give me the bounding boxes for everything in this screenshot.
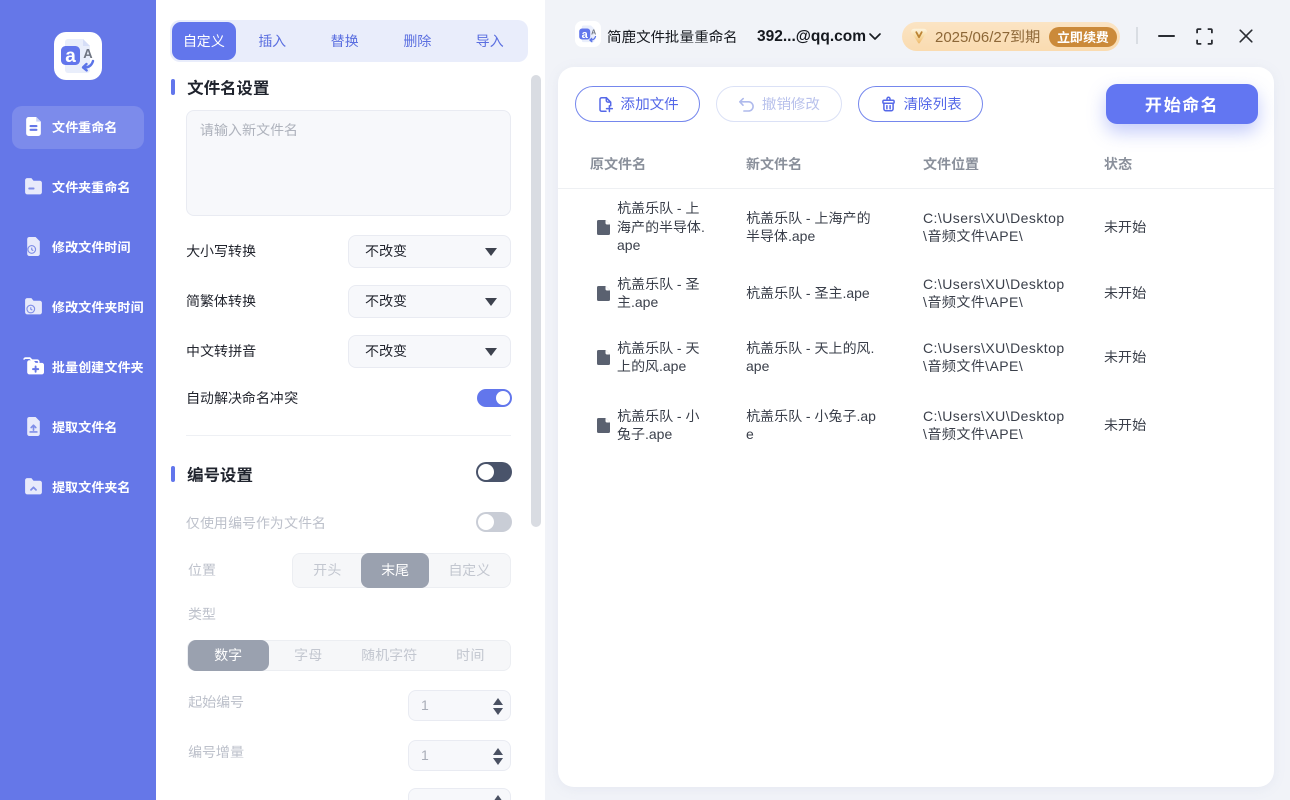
svg-text:a: a: [65, 46, 76, 67]
svg-text:A: A: [83, 46, 93, 61]
svg-text:A: A: [591, 30, 596, 37]
svg-text:a: a: [582, 29, 589, 41]
